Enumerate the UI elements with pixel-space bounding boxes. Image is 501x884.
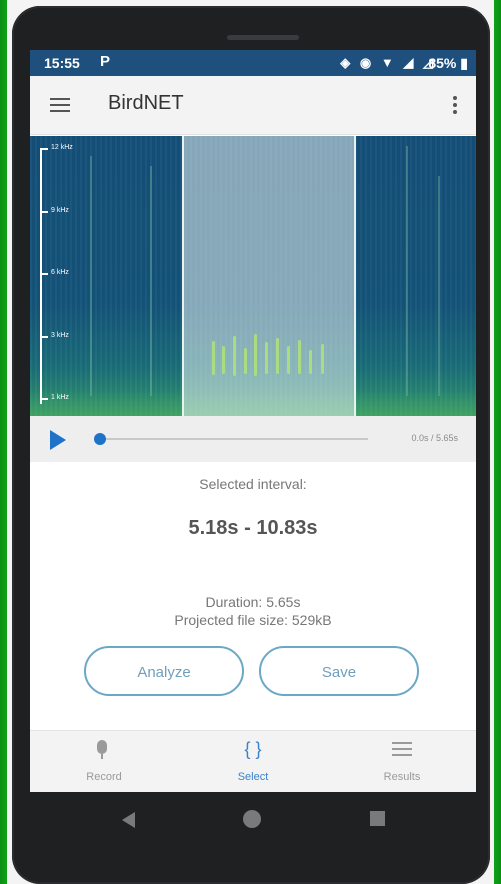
app-title: BirdNET — [108, 92, 184, 114]
nav-results[interactable]: Results — [328, 731, 476, 792]
playback-time: 0.0s / 5.65s — [411, 433, 458, 443]
projected-file-size: Projected file size: 529kB — [174, 612, 332, 628]
nav-record[interactable]: Record — [30, 731, 178, 792]
duration-text: Duration: 5.65s — [205, 594, 301, 610]
nav-select-label: Select — [237, 771, 269, 783]
vibrate-icon: ◈ — [340, 55, 354, 70]
status-time: 15:55 — [44, 55, 80, 71]
brackets-icon: { } — [244, 739, 262, 759]
freq-label-9khz: 9 kHz — [51, 207, 69, 214]
analyze-button[interactable]: Analyze — [84, 646, 244, 696]
nav-record-label: Record — [86, 771, 122, 783]
mic-icon — [97, 740, 107, 759]
selection-panel: Selected interval: 5.18s - 10.83s Durati… — [30, 462, 476, 730]
app-screen: 15:55 P ◈ ◉ ▼ ◢ ◿ 85% ▮ BirdNET 12 kHz 9… — [30, 50, 476, 792]
system-navigation-bar — [30, 792, 476, 848]
battery-level: 85% ▮ — [428, 55, 468, 71]
selected-interval-region[interactable] — [182, 136, 356, 416]
carrier-icon: P — [100, 53, 111, 70]
nav-results-label: Results — [383, 771, 421, 783]
location-icon: ◉ — [359, 55, 375, 70]
status-bar: 15:55 P ◈ ◉ ▼ ◢ ◿ 85% ▮ — [30, 50, 476, 76]
hamburger-menu-icon[interactable] — [50, 98, 70, 112]
spectrogram[interactable]: 12 kHz 9 kHz 6 kHz 3 kHz 1 kHz — [30, 136, 476, 416]
save-button[interactable]: Save — [259, 646, 419, 696]
audio-player: 0.0s / 5.65s — [30, 416, 476, 463]
wifi-icon: ▼ — [380, 55, 397, 70]
list-icon — [392, 742, 412, 760]
recents-icon[interactable] — [370, 811, 385, 826]
play-icon[interactable] — [50, 430, 66, 450]
app-bar: BirdNET — [30, 76, 476, 135]
frequency-axis — [40, 148, 42, 404]
bottom-navigation: Record { } Select Results — [30, 730, 476, 792]
phone-speaker — [227, 35, 299, 40]
home-icon[interactable] — [243, 810, 261, 828]
overflow-menu-icon[interactable] — [452, 96, 458, 116]
battery-icon: ▮ — [460, 55, 468, 71]
freq-label-1khz: 1 kHz — [51, 394, 69, 401]
selected-interval-value: 5.18s - 10.83s — [188, 517, 318, 539]
status-icons: ◈ ◉ ▼ ◢ ◿ — [340, 55, 436, 71]
seek-thumb[interactable] — [94, 433, 106, 445]
seek-bar[interactable] — [100, 438, 368, 440]
selected-interval-label: Selected interval: — [199, 476, 307, 492]
nav-select[interactable]: { } Select — [179, 731, 327, 792]
freq-label-12khz: 12 kHz — [51, 144, 73, 151]
back-icon[interactable] — [122, 812, 135, 828]
freq-label-6khz: 6 kHz — [51, 269, 69, 276]
freq-label-3khz: 3 kHz — [51, 332, 69, 339]
signal-icon: ◢ — [403, 55, 417, 70]
